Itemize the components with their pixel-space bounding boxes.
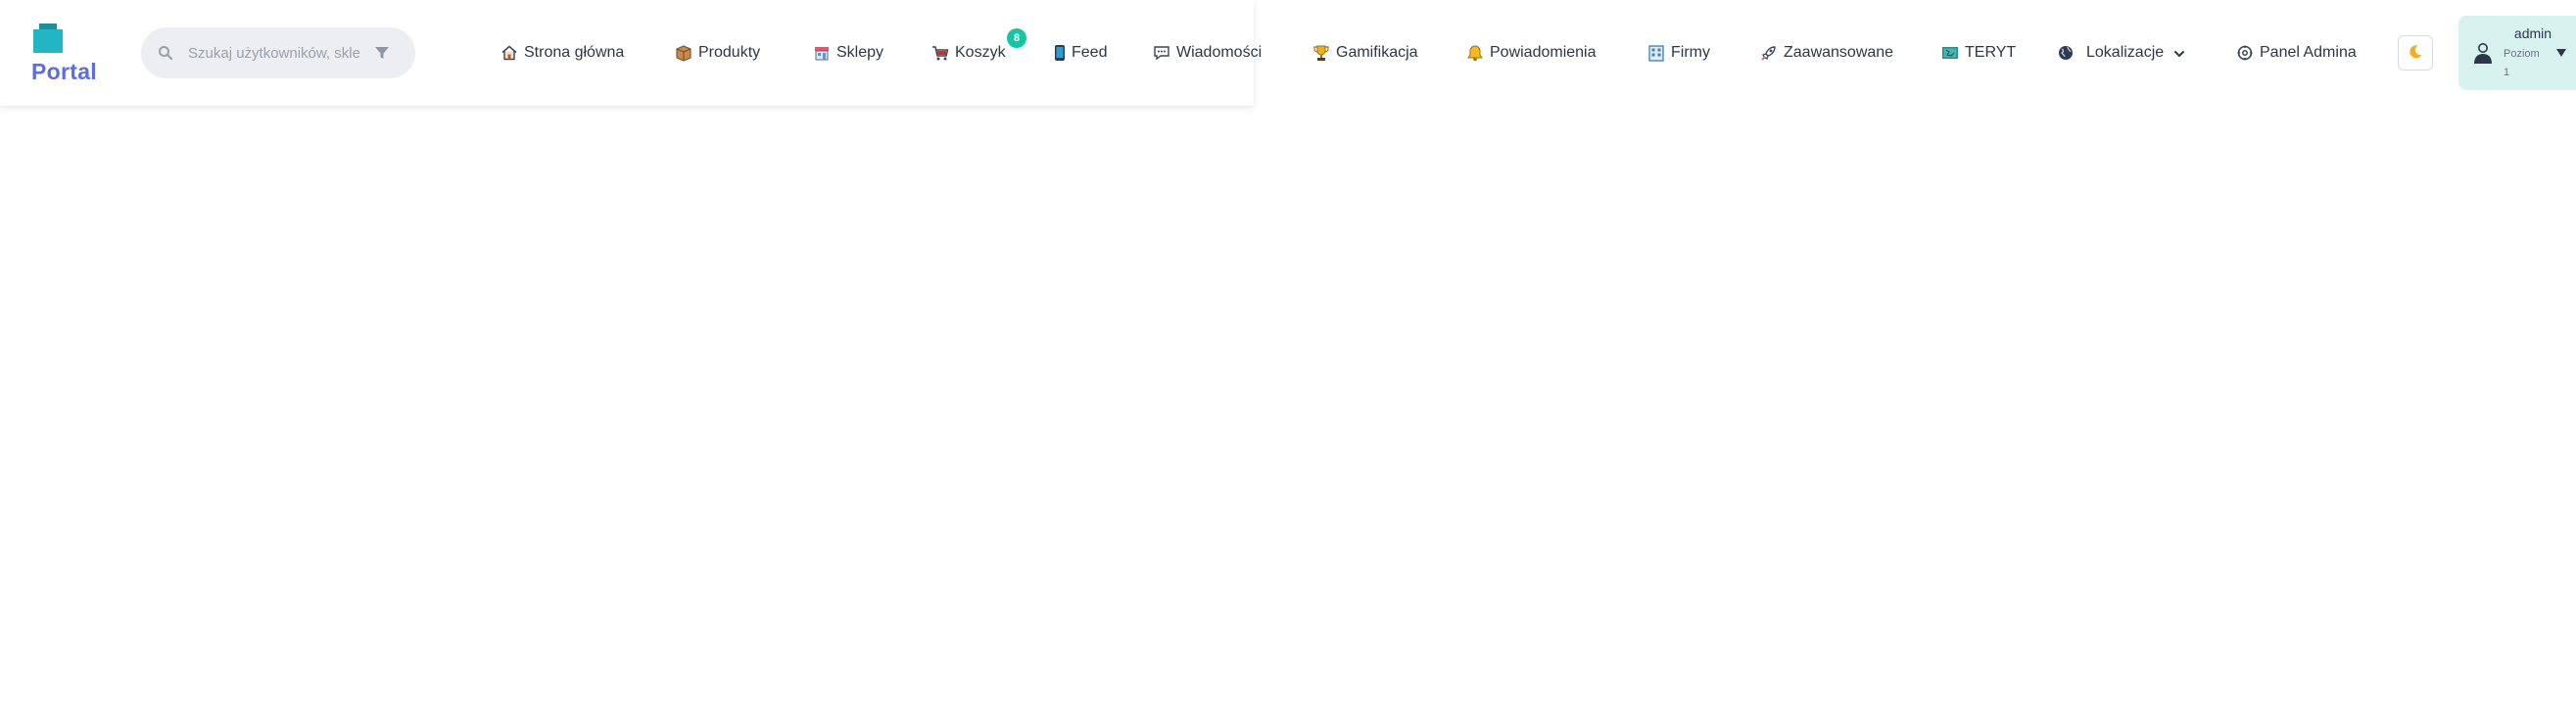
nav-cart-label: Koszyk — [955, 44, 1006, 61]
nav-locations-label: Lokalizacje — [2086, 44, 2165, 61]
nav-notifications-label: Powiadomienia — [1490, 44, 1597, 61]
nav-gamification-label: Gamifikacja — [1336, 44, 1418, 61]
stacked-box-icon — [33, 24, 63, 53]
nav-products-label: Produkty — [698, 44, 761, 61]
globe-icon — [2057, 44, 2075, 62]
user-level-value: 1 — [2504, 67, 2510, 78]
nav-feed[interactable]: Feed — [1054, 37, 1107, 69]
theme-toggle-button[interactable] — [2398, 35, 2433, 70]
nav-messages[interactable]: Wiadomości — [1153, 37, 1262, 69]
chevron-down-icon — [2173, 47, 2185, 59]
brand-name: Portal — [31, 59, 97, 84]
nav-companies-label: Firmy — [1671, 44, 1710, 61]
home-icon — [501, 44, 518, 62]
user-menu[interactable]: admin Poziom 1 — [2458, 16, 2576, 90]
nav-feed-label: Feed — [1072, 44, 1108, 61]
nav-admin-panel-label: Panel Admina — [2260, 44, 2357, 61]
nav-companies[interactable]: Firmy — [1647, 37, 1710, 69]
nav-locations[interactable]: Lokalizacje — [2057, 37, 2185, 69]
nav-products[interactable]: Produkty — [675, 37, 760, 69]
logo-link[interactable]: Portal — [29, 20, 108, 88]
nav-messages-label: Wiadomości — [1176, 44, 1263, 61]
search-input[interactable] — [188, 39, 359, 67]
filter-icon[interactable] — [374, 45, 390, 61]
nav-stores[interactable]: Sklepy — [813, 37, 883, 69]
user-name: admin — [2513, 25, 2552, 41]
nav-notifications[interactable]: Powiadomienia — [1466, 37, 1597, 69]
rocket-icon — [1760, 44, 1778, 62]
top-navigation-bar: Portal Strona główna Produkty — [0, 0, 2576, 106]
phone-icon — [1054, 44, 1066, 62]
building-icon — [1647, 44, 1665, 62]
nav-home[interactable]: Strona główna — [501, 37, 624, 69]
caret-down-icon — [2555, 45, 2567, 57]
map-book-icon — [1941, 44, 1959, 62]
bell-icon — [1466, 44, 1484, 62]
chat-icon — [1153, 44, 1170, 62]
cart-count-badge: 8 — [1007, 28, 1026, 48]
user-level-label: Poziom — [2504, 48, 2540, 60]
search-box — [141, 27, 415, 78]
store-icon — [813, 44, 831, 62]
nav-advanced-label: Zaawansowane — [1784, 44, 1894, 61]
trophy-icon — [1312, 44, 1330, 62]
nav-gamification[interactable]: Gamifikacja — [1312, 37, 1418, 69]
gear-icon — [2236, 44, 2254, 62]
nav-admin-panel[interactable]: Panel Admina — [2236, 37, 2357, 69]
search-icon — [158, 45, 173, 61]
moon-icon — [2408, 44, 2423, 63]
nav-cart[interactable]: Koszyk — [931, 37, 1006, 69]
nav-advanced[interactable]: Zaawansowane — [1760, 37, 1893, 69]
nav-teryt-label: TERYT — [1965, 44, 2017, 61]
nav-stores-label: Sklepy — [836, 44, 884, 61]
nav-home-label: Strona główna — [524, 44, 625, 61]
nav-teryt[interactable]: TERYT — [1941, 37, 2016, 69]
box-icon — [675, 44, 692, 62]
user-avatar-icon — [2472, 41, 2494, 65]
cart-icon — [931, 44, 949, 62]
